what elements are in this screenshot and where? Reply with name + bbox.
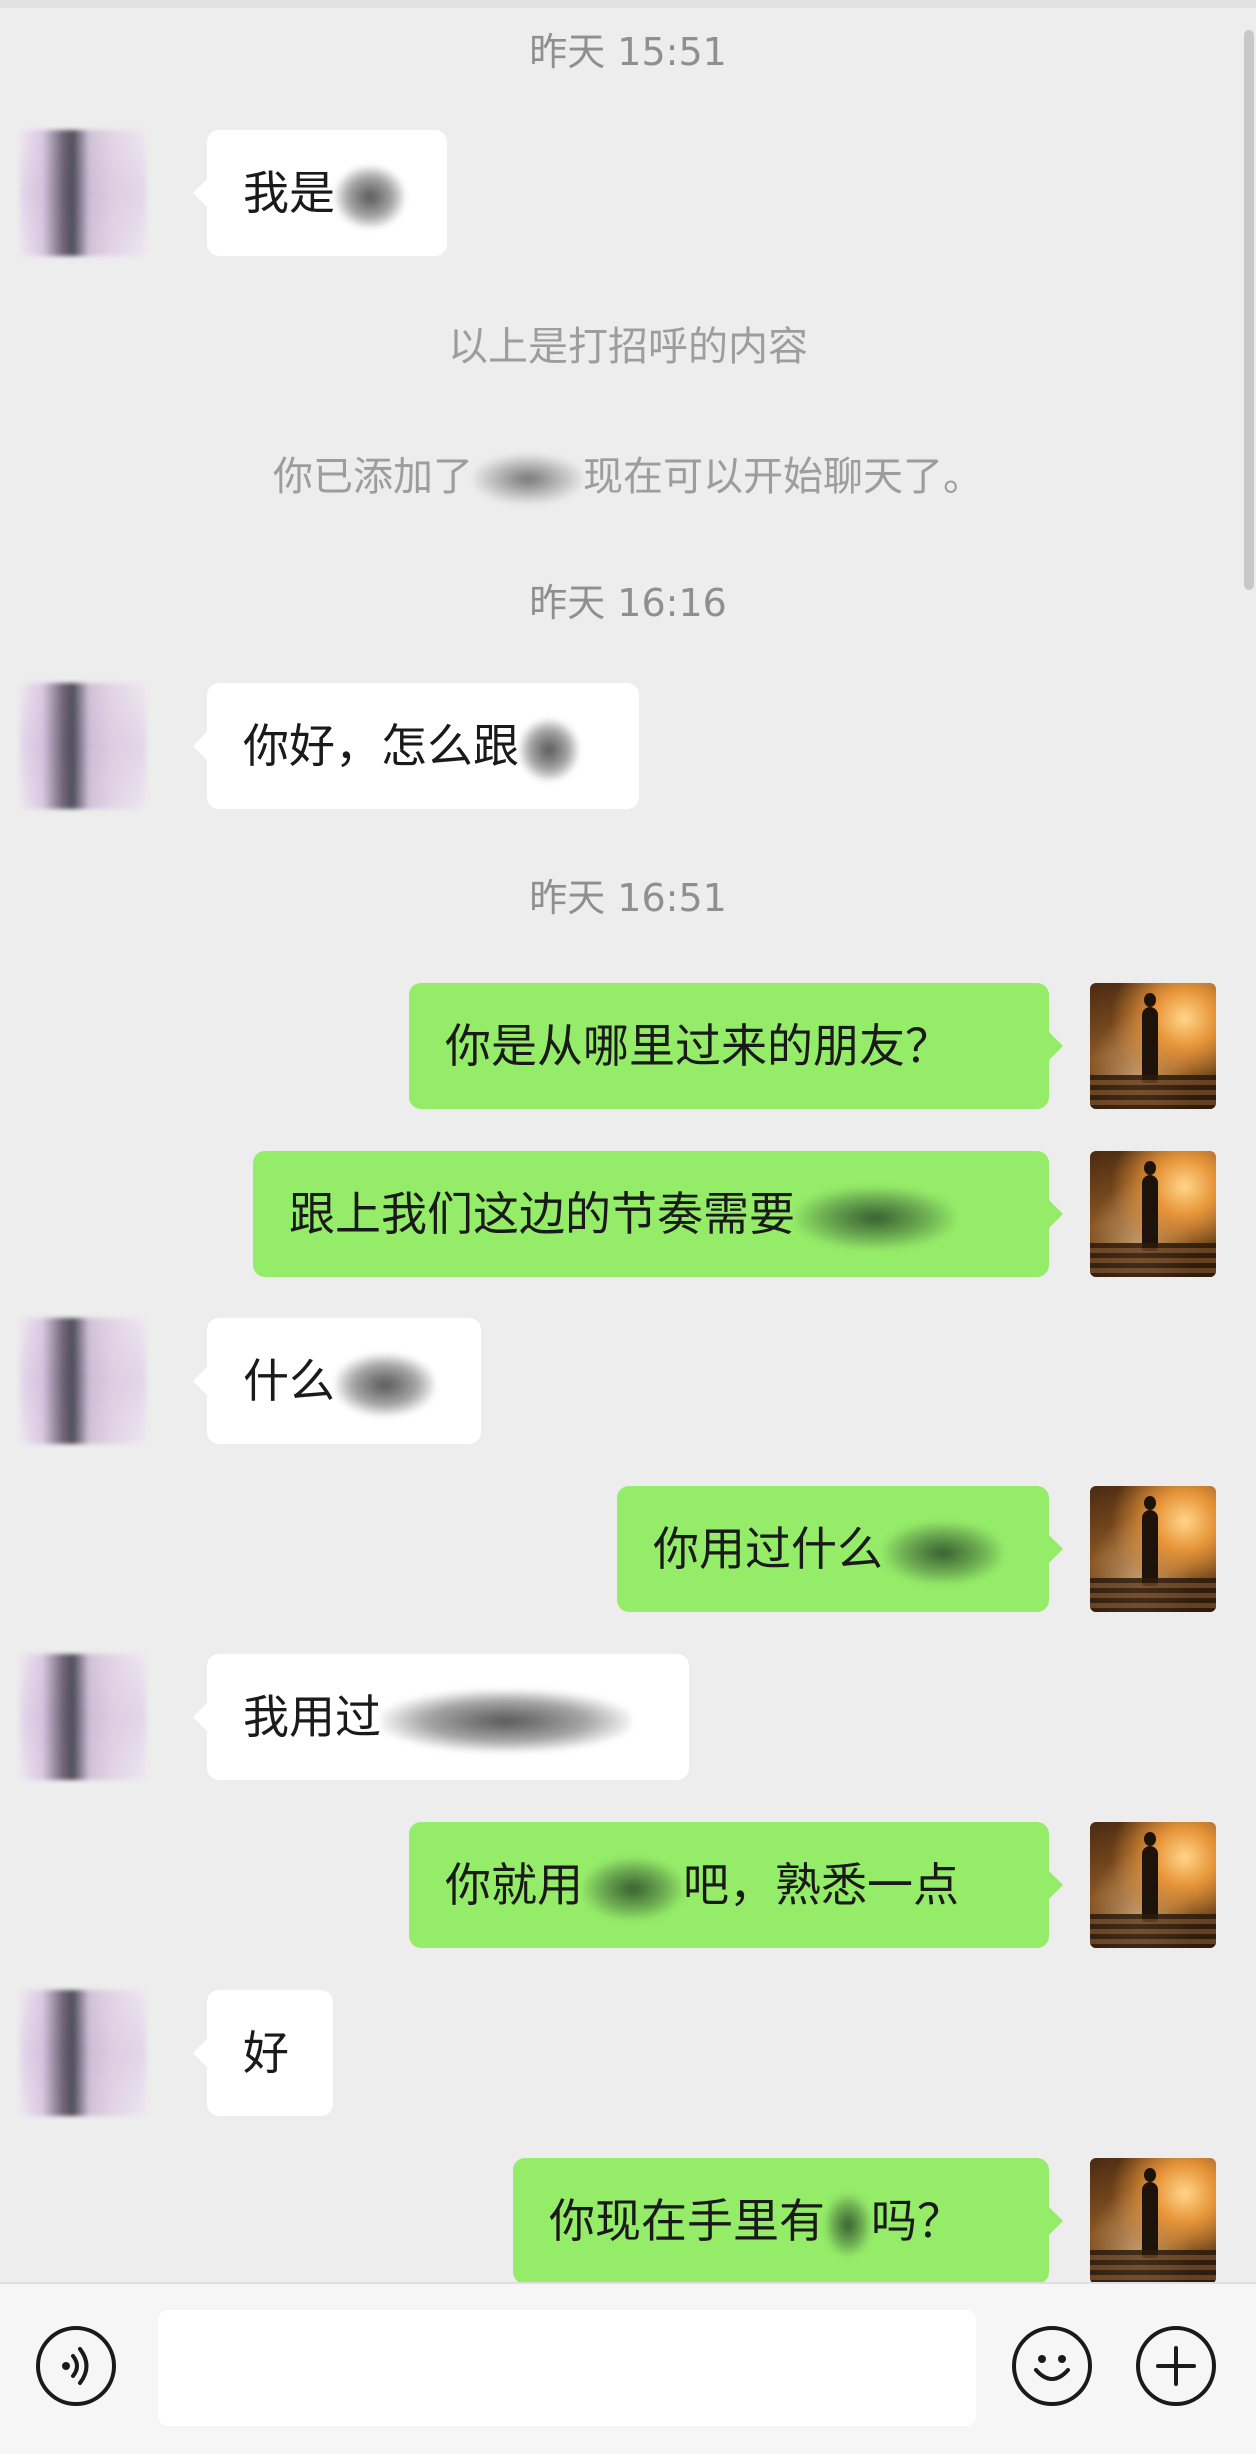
- my-avatar[interactable]: [1090, 1486, 1216, 1612]
- redacted-blur: [795, 1186, 955, 1249]
- message-bubble-outgoing[interactable]: 你是从哪里过来的朋友？: [409, 983, 1063, 1109]
- message-text-suffix: 吗？: [871, 2194, 963, 2248]
- avatar-stairs: [1090, 1914, 1216, 1948]
- message-text: 我是: [243, 166, 335, 220]
- timestamp: 昨天 15:51: [529, 30, 727, 74]
- contact-avatar[interactable]: [20, 130, 146, 256]
- top-divider: [0, 0, 1256, 8]
- redacted-blur: [583, 1857, 683, 1920]
- avatar-stairs: [1090, 1243, 1216, 1277]
- system-text-suffix: 现在可以开始聊天了。: [583, 454, 983, 500]
- message-text: 我用过: [243, 1690, 381, 1744]
- my-avatar[interactable]: [1090, 1151, 1216, 1277]
- redacted-blur: [335, 1353, 435, 1416]
- input-bar: [0, 2282, 1256, 2454]
- message-text: 好: [243, 2026, 289, 2080]
- contact-avatar[interactable]: [20, 1654, 146, 1780]
- message-input[interactable]: [158, 2310, 976, 2426]
- avatar-stairs: [1090, 1578, 1216, 1612]
- avatar-figure: [1142, 993, 1158, 1083]
- redacted-blur: [883, 1521, 1003, 1584]
- scrollbar[interactable]: [1244, 30, 1254, 590]
- emoji-button[interactable]: [1012, 2326, 1092, 2406]
- message-bubble-incoming[interactable]: 你好，怎么跟: [193, 683, 639, 809]
- redacted-blur: [825, 2193, 871, 2256]
- voice-icon: [62, 2347, 89, 2385]
- contact-avatar[interactable]: [20, 1318, 146, 1444]
- message-text: 你是从哪里过来的朋友？: [445, 1019, 951, 1073]
- timestamp: 昨天 16:51: [529, 876, 727, 920]
- message-text-prefix: 你就用: [445, 1858, 583, 1912]
- my-avatar[interactable]: [1090, 2158, 1216, 2282]
- contact-avatar[interactable]: [20, 1990, 146, 2116]
- redacted-blur: [335, 165, 405, 228]
- message-bubble-incoming[interactable]: 我是: [193, 130, 447, 256]
- avatar-figure: [1142, 1496, 1158, 1586]
- avatar-figure: [1142, 1832, 1158, 1922]
- message-text: 什么: [243, 1354, 335, 1408]
- message-text-suffix: 吧，熟悉一点: [683, 1858, 959, 1912]
- redacted-blur: [381, 1689, 631, 1752]
- greeting-note: 以上是打招呼的内容: [448, 324, 808, 370]
- message-text-prefix: 你现在手里有: [549, 2194, 825, 2248]
- plus-button[interactable]: [1136, 2326, 1216, 2406]
- timestamp: 昨天 16:16: [529, 581, 727, 625]
- message-bubble-outgoing[interactable]: 跟上我们这边的节奏需要: [253, 1151, 1063, 1277]
- message-bubble-outgoing[interactable]: 你就用 吧，熟悉一点: [409, 1822, 1063, 1948]
- message-text: 你好，怎么跟: [243, 719, 519, 773]
- avatar-figure: [1142, 1161, 1158, 1251]
- my-avatar[interactable]: [1090, 1822, 1216, 1948]
- redacted-blur: [473, 454, 583, 504]
- message-bubble-incoming[interactable]: 好: [193, 1990, 333, 2116]
- emoji-icon: [1034, 2355, 1070, 2381]
- contact-avatar[interactable]: [20, 683, 146, 809]
- friend-added-note: 你已添加了 现在可以开始聊天了。: [0, 452, 1256, 504]
- my-avatar[interactable]: [1090, 983, 1216, 1109]
- redacted-blur: [519, 718, 579, 781]
- avatar-figure: [1142, 2168, 1158, 2258]
- plus-icon: [1156, 2346, 1196, 2386]
- system-text-prefix: 你已添加了: [273, 454, 473, 500]
- message-bubble-incoming[interactable]: 我用过: [193, 1654, 689, 1780]
- message-bubble-outgoing[interactable]: 你现在手里有 吗？: [513, 2158, 1063, 2282]
- message-bubble-incoming[interactable]: 什么: [193, 1318, 481, 1444]
- avatar-stairs: [1090, 2250, 1216, 2282]
- message-text: 跟上我们这边的节奏需要: [289, 1187, 795, 1241]
- message-bubble-outgoing[interactable]: 你用过什么: [617, 1486, 1063, 1612]
- chat-area[interactable]: 昨天 15:51 我是 以上是打招呼的内容 你已添加了 现在可以开始聊天了。 昨天…: [0, 0, 1256, 2282]
- voice-button[interactable]: [36, 2326, 116, 2406]
- message-text: 你用过什么: [653, 1522, 883, 1576]
- avatar-stairs: [1090, 1075, 1216, 1109]
